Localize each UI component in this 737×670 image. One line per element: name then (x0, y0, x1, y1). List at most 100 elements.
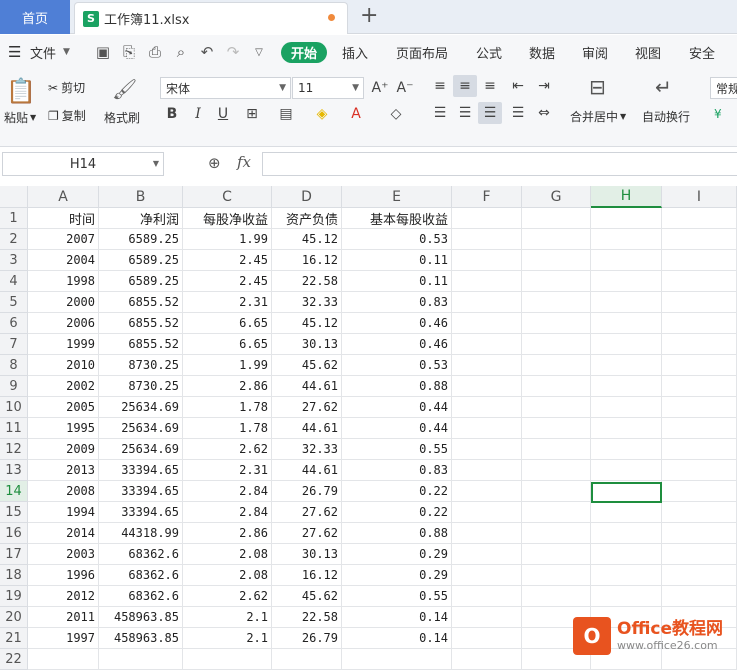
cell[interactable]: 2012 (28, 586, 99, 607)
cell[interactable] (591, 229, 662, 250)
cell[interactable]: 2010 (28, 355, 99, 376)
cell[interactable] (662, 355, 737, 376)
row-header[interactable]: 12 (0, 439, 28, 460)
cell[interactable] (452, 481, 522, 502)
cell[interactable] (452, 250, 522, 271)
cell[interactable] (522, 376, 591, 397)
cell[interactable]: 0.88 (342, 376, 452, 397)
column-header-C[interactable]: C (183, 186, 272, 208)
cell[interactable]: 6.65 (183, 313, 272, 334)
align-left-icon[interactable]: ☰ (428, 102, 452, 124)
column-header-F[interactable]: F (452, 186, 522, 208)
cell[interactable]: 2006 (28, 313, 99, 334)
cell[interactable] (522, 292, 591, 313)
cell[interactable] (591, 397, 662, 418)
cell[interactable]: 0.29 (342, 565, 452, 586)
cell[interactable] (99, 649, 183, 670)
cell[interactable] (662, 208, 737, 229)
cell[interactable] (591, 292, 662, 313)
increase-font-icon[interactable]: A⁺ (368, 77, 392, 99)
formula-input[interactable] (262, 152, 737, 176)
cell[interactable] (662, 544, 737, 565)
cell[interactable] (522, 502, 591, 523)
cell[interactable] (522, 586, 591, 607)
more-icon[interactable]: ▽ (244, 42, 274, 62)
cell[interactable]: 22.58 (272, 607, 342, 628)
cell[interactable] (662, 334, 737, 355)
cell-style-icon[interactable]: ▤ (274, 103, 298, 125)
cell[interactable] (662, 292, 737, 313)
currency-icon[interactable]: ¥ (714, 107, 722, 121)
cell[interactable]: 1.78 (183, 397, 272, 418)
cell[interactable] (522, 523, 591, 544)
merge-center-button[interactable]: 合并居中 ▼ (570, 108, 626, 125)
column-header-B[interactable]: B (99, 186, 183, 208)
cell[interactable] (591, 502, 662, 523)
cell[interactable] (452, 523, 522, 544)
cell[interactable] (452, 649, 522, 670)
justify-icon[interactable]: ☰ (506, 102, 530, 124)
cell[interactable] (662, 565, 737, 586)
cell[interactable]: 资产负债 (272, 208, 342, 229)
cell[interactable]: 1.99 (183, 229, 272, 250)
cell[interactable]: 0.44 (342, 397, 452, 418)
cell[interactable]: 1996 (28, 565, 99, 586)
cell[interactable] (591, 355, 662, 376)
cell[interactable]: 2.08 (183, 544, 272, 565)
row-header[interactable]: 17 (0, 544, 28, 565)
cell[interactable] (452, 544, 522, 565)
cell[interactable]: 27.62 (272, 523, 342, 544)
cell[interactable] (662, 586, 737, 607)
cell[interactable] (591, 313, 662, 334)
wrap-text-icon[interactable]: ↵ (655, 75, 672, 99)
cell[interactable] (452, 334, 522, 355)
tab-home[interactable]: 首页 (0, 0, 70, 34)
cell[interactable]: 2.1 (183, 607, 272, 628)
cell[interactable]: 6589.25 (99, 271, 183, 292)
cell[interactable]: 44.61 (272, 460, 342, 481)
cell[interactable]: 68362.6 (99, 586, 183, 607)
cell[interactable]: 1994 (28, 502, 99, 523)
cell[interactable]: 0.29 (342, 544, 452, 565)
row-header[interactable]: 9 (0, 376, 28, 397)
cell[interactable]: 0.55 (342, 586, 452, 607)
tab-workbook[interactable]: S 工作簿11.xlsx (74, 2, 348, 34)
cell[interactable]: 6855.52 (99, 292, 183, 313)
cell[interactable] (522, 250, 591, 271)
cell[interactable]: 0.44 (342, 418, 452, 439)
cell[interactable]: 68362.6 (99, 544, 183, 565)
cell[interactable]: 33394.65 (99, 502, 183, 523)
cell[interactable]: 45.62 (272, 586, 342, 607)
cell[interactable] (662, 376, 737, 397)
cell[interactable]: 0.83 (342, 460, 452, 481)
paste-icon[interactable]: 📋 (6, 77, 36, 105)
cell[interactable]: 2.86 (183, 376, 272, 397)
row-header[interactable]: 11 (0, 418, 28, 439)
cell[interactable] (452, 418, 522, 439)
row-header[interactable]: 13 (0, 460, 28, 481)
font-size-select[interactable]: 11 ▼ (292, 77, 364, 99)
cell[interactable] (662, 460, 737, 481)
tab-data[interactable]: 数据 (529, 35, 555, 69)
cell[interactable] (452, 208, 522, 229)
cell[interactable]: 2003 (28, 544, 99, 565)
row-header[interactable]: 20 (0, 607, 28, 628)
cell[interactable] (522, 418, 591, 439)
tab-security[interactable]: 安全 (689, 35, 715, 69)
align-right-icon[interactable]: ☰ (478, 102, 502, 124)
cell[interactable]: 2.86 (183, 523, 272, 544)
cell[interactable]: 25634.69 (99, 397, 183, 418)
align-top-icon[interactable]: ≡ (428, 75, 452, 97)
cell[interactable] (522, 565, 591, 586)
cell[interactable]: 2011 (28, 607, 99, 628)
format-painter-button[interactable]: 格式刷 (104, 109, 140, 126)
cell[interactable]: 32.33 (272, 439, 342, 460)
cell[interactable]: 2004 (28, 250, 99, 271)
cell[interactable] (522, 397, 591, 418)
cell[interactable]: 2000 (28, 292, 99, 313)
format-painter-icon[interactable]: 🖌 (112, 77, 137, 101)
cell[interactable] (272, 649, 342, 670)
fill-color-icon[interactable]: ◈ (310, 103, 334, 125)
row-header[interactable]: 4 (0, 271, 28, 292)
italic-button[interactable]: I (186, 103, 210, 125)
